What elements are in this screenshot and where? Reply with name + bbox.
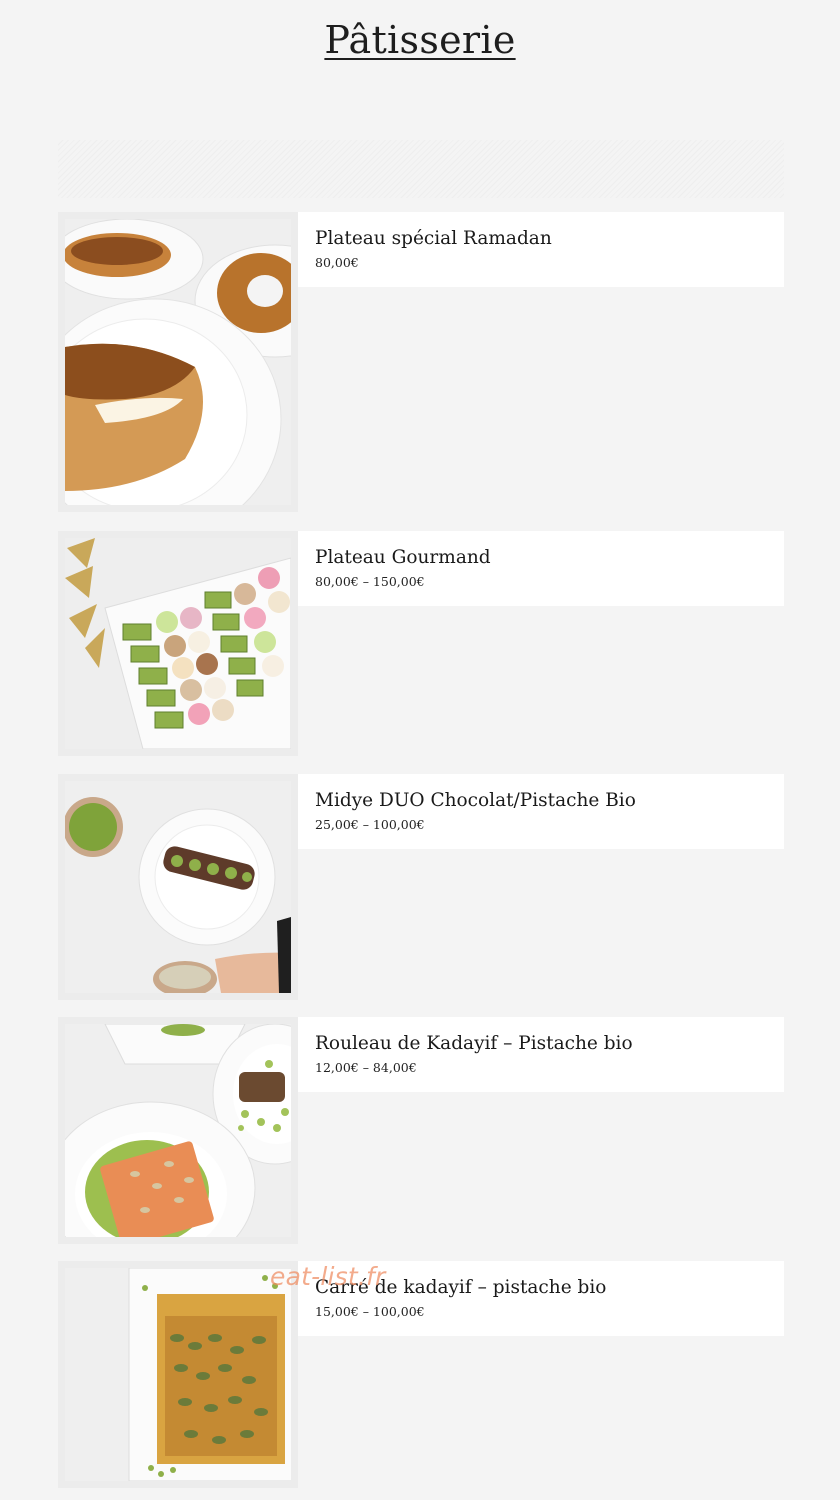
product-item-ramadan: Plateau spécial Ramadan 80,00€ xyxy=(58,212,788,512)
product-image-link[interactable] xyxy=(58,531,298,756)
product-name-link[interactable]: Plateau Gourmand xyxy=(315,545,784,571)
product-name-link[interactable]: Midye DUO Chocolat/Pistache Bio xyxy=(315,788,784,814)
page-title: Pâtisserie xyxy=(324,18,516,62)
decorative-divider xyxy=(58,140,784,198)
product-name-link[interactable]: Rouleau de Kadayif – Pistache bio xyxy=(315,1031,784,1057)
product-price: 25,00€ – 100,00€ xyxy=(315,817,425,832)
product-image-link[interactable] xyxy=(58,1261,298,1488)
kadayif-square-photo-icon xyxy=(65,1268,291,1481)
product-info-card: Plateau spécial Ramadan 80,00€ xyxy=(298,212,784,287)
watermark: eat-list.fr xyxy=(270,1262,386,1291)
product-image-link[interactable] xyxy=(58,1017,298,1244)
product-item-gourmand: Plateau Gourmand 80,00€ – 150,00€ xyxy=(58,531,788,756)
product-image-link[interactable] xyxy=(58,774,298,1000)
product-info-card: Rouleau de Kadayif – Pistache bio 12,00€… xyxy=(298,1017,784,1092)
product-image-link[interactable] xyxy=(58,212,298,512)
product-info-card: Plateau Gourmand 80,00€ – 150,00€ xyxy=(298,531,784,606)
kadayif-roll-photo-icon xyxy=(65,1024,291,1237)
ramadan-bread-platter-photo-icon xyxy=(65,219,291,505)
product-info-card: Midye DUO Chocolat/Pistache Bio 25,00€ –… xyxy=(298,774,784,849)
product-item-rouleau-kadayif: Rouleau de Kadayif – Pistache bio 12,00€… xyxy=(58,1017,788,1244)
product-price: 15,00€ – 100,00€ xyxy=(315,1304,425,1319)
product-price: 80,00€ xyxy=(315,255,359,270)
midye-pistachio-chocolate-photo-icon xyxy=(65,781,291,993)
gourmand-pastry-tray-photo-icon xyxy=(65,538,291,749)
product-price: 12,00€ – 84,00€ xyxy=(315,1060,417,1075)
product-item-midye: Midye DUO Chocolat/Pistache Bio 25,00€ –… xyxy=(58,774,788,1000)
product-price: 80,00€ – 150,00€ xyxy=(315,574,425,589)
product-item-carre-kadayif: Carré de kadayif – pistache bio 15,00€ –… xyxy=(58,1261,788,1488)
product-name-link[interactable]: Plateau spécial Ramadan xyxy=(315,226,784,252)
